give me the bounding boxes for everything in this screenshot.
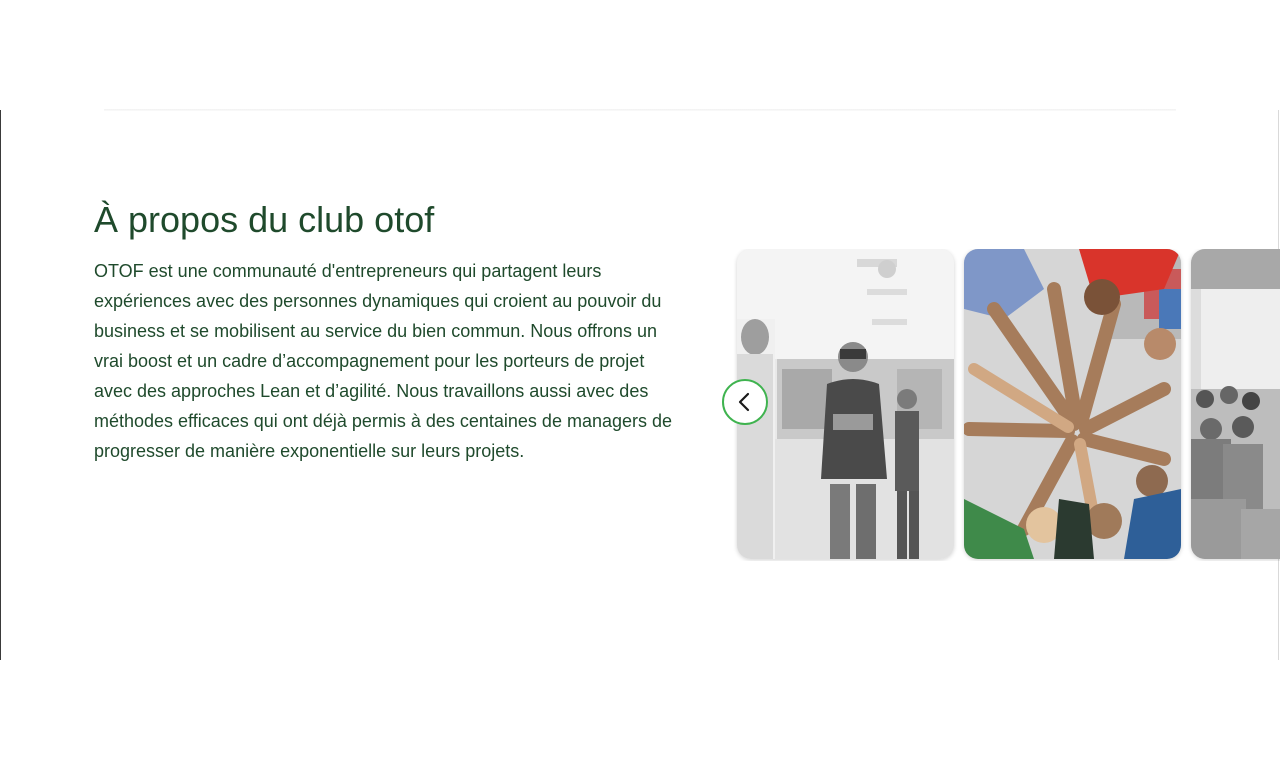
team-office-photo bbox=[737, 249, 954, 559]
about-title: À propos du club otof bbox=[94, 199, 435, 240]
carousel-slide-team-office[interactable] bbox=[737, 249, 954, 559]
about-description: OTOF est une communauté d'entrepreneurs … bbox=[94, 261, 673, 461]
hands-together-photo bbox=[964, 249, 1181, 559]
carousel-slide-conference[interactable] bbox=[1191, 249, 1280, 559]
page: À propos du club otof OTOF est une commu… bbox=[0, 0, 1280, 770]
conference-audience-photo bbox=[1191, 249, 1280, 559]
carousel-prev-button[interactable] bbox=[722, 379, 768, 425]
image-carousel[interactable] bbox=[722, 249, 1280, 561]
chevron-left-icon bbox=[738, 392, 750, 412]
carousel-slide-hands-together[interactable] bbox=[964, 249, 1181, 559]
about-section: À propos du club otof OTOF est une commu… bbox=[94, 196, 694, 466]
frame-border-left bbox=[0, 110, 1, 660]
section-divider bbox=[104, 109, 1176, 111]
